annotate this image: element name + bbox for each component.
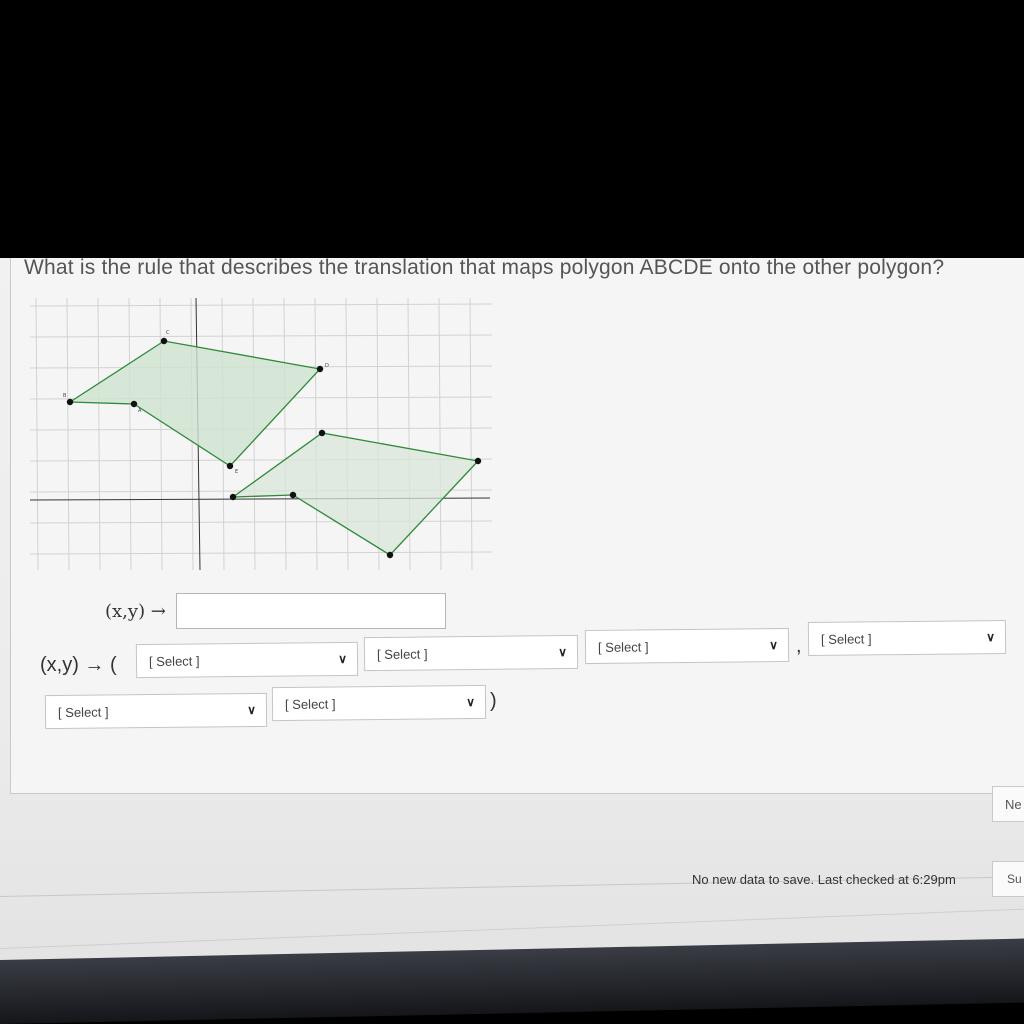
label-e: E — [235, 469, 238, 475]
point-a — [130, 400, 138, 408]
save-status: No new data to save. Last checked at 6:2… — [692, 872, 956, 887]
image-point-2 — [289, 491, 297, 499]
grid-line-horizontal — [30, 334, 493, 338]
grid-line-horizontal — [30, 303, 493, 307]
rule-label: (x,y) → — [105, 600, 166, 622]
grid-line-horizontal — [30, 551, 493, 555]
chevron-down-icon: ∨ — [338, 651, 348, 667]
question-text: What is the rule that describes the tran… — [24, 258, 945, 279]
chevron-down-icon: ∨ — [466, 694, 476, 710]
grid-line-vertical — [128, 298, 132, 571]
grid-line-vertical — [66, 298, 70, 571]
select-1-value: [ Select ] — [148, 652, 200, 669]
select-3[interactable]: [ Select ] ∨ — [584, 627, 790, 665]
label-a: A — [138, 408, 142, 414]
select-4[interactable]: [ Select ] ∨ — [807, 619, 1007, 657]
grid-line-vertical — [97, 298, 101, 571]
point-b — [66, 398, 74, 406]
select-5-value: [ Select ] — [57, 703, 109, 720]
coordinate-graph: B A D E C — [30, 298, 493, 571]
image-point-5 — [318, 429, 326, 437]
grid-line-vertical — [314, 298, 318, 571]
chevron-down-icon: ∨ — [558, 644, 568, 660]
select-6[interactable]: [ Select ] ∨ — [271, 684, 487, 722]
select-5[interactable]: [ Select ] ∨ — [44, 692, 268, 730]
polygon-abcde — [67, 340, 322, 467]
answer-prefix: (x,y) → ( — [40, 654, 117, 676]
point-c — [160, 337, 168, 345]
quiz-screen: What is the rule that describes the tran… — [0, 258, 1024, 1000]
grid-line-vertical — [283, 298, 287, 571]
next-button[interactable]: Ne — [992, 786, 1024, 822]
select-6-value: [ Select ] — [284, 695, 336, 712]
grid-line-vertical — [35, 298, 39, 571]
label-d: D — [325, 363, 329, 369]
submit-button[interactable]: Su — [992, 861, 1024, 897]
answer-suffix: ) — [490, 690, 497, 712]
answer-comma: , — [796, 635, 802, 657]
point-d — [316, 365, 324, 373]
image-point-3 — [386, 551, 394, 559]
chevron-down-icon: ∨ — [986, 630, 996, 645]
graph-grid — [30, 298, 493, 571]
grid-line-vertical — [469, 298, 473, 571]
label-b: B — [63, 393, 67, 399]
select-3-value: [ Select ] — [597, 638, 649, 655]
rule-row: (x,y) → — [105, 593, 446, 629]
grid-line-vertical — [438, 298, 442, 571]
select-2[interactable]: [ Select ] ∨ — [363, 634, 579, 672]
chevron-down-icon: ∨ — [247, 702, 257, 718]
camera-black-area — [0, 0, 1024, 258]
chevron-down-icon: ∨ — [769, 638, 779, 653]
select-2-value: [ Select ] — [376, 645, 428, 662]
label-c: C — [166, 330, 170, 336]
image-point-4 — [474, 457, 482, 465]
select-1[interactable]: [ Select ] ∨ — [135, 641, 359, 679]
select-4-value: [ Select ] — [820, 630, 872, 647]
image-point-1 — [229, 493, 237, 501]
rule-input[interactable] — [175, 593, 446, 629]
point-e — [226, 462, 234, 470]
